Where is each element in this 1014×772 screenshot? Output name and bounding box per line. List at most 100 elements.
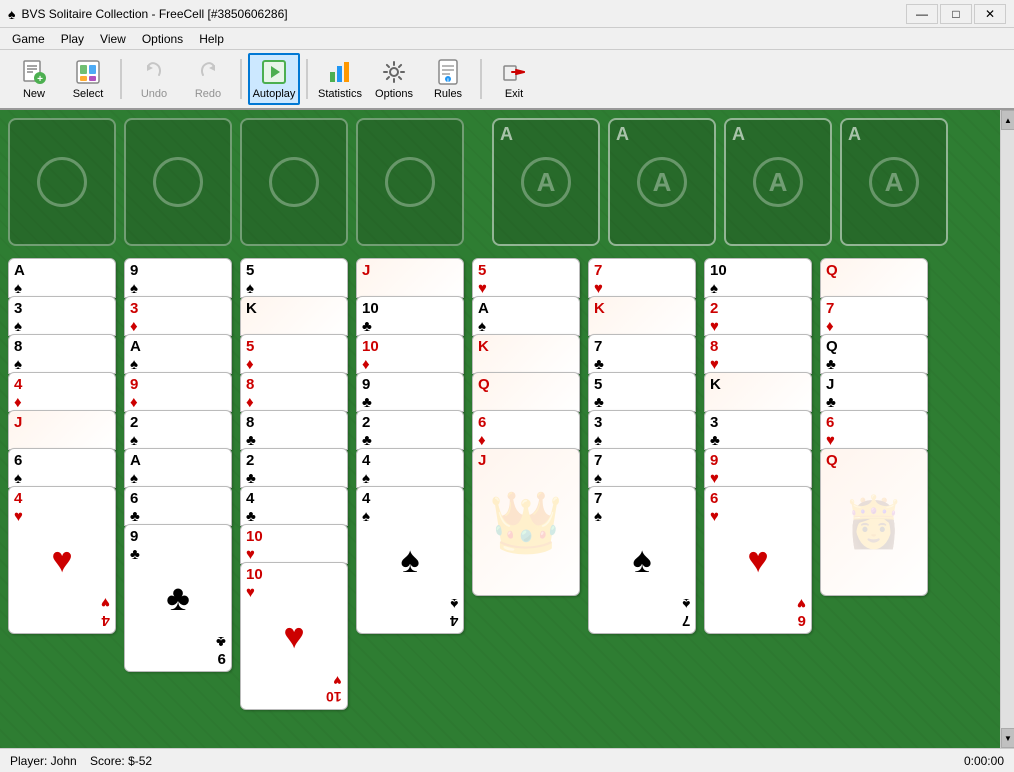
card-5-spades-col3[interactable]: 5♠ — [240, 258, 348, 298]
card-q-face2-col8[interactable]: Q 👸 — [820, 448, 928, 596]
freecell-3[interactable] — [240, 118, 348, 246]
card-j-clubs-col8[interactable]: J♣ — [820, 372, 928, 412]
card-4-clubs-col3[interactable]: 4♣ — [240, 486, 348, 526]
new-button[interactable]: + New — [8, 53, 60, 105]
card-a-spades-col5[interactable]: A♠ — [472, 296, 580, 336]
card-k-face-col3[interactable]: K — [240, 296, 348, 336]
statistics-icon — [326, 58, 354, 86]
card-4-spades-col4[interactable]: 4♠ — [356, 448, 464, 488]
card-6-diamonds-col5[interactable]: 6♦ — [472, 410, 580, 450]
column-1: A♠ 3♠ 8♠ 4♦ J 6♠ 4♥ 4♥ ♥ — [8, 258, 116, 738]
card-4-hearts-col1[interactable]: 4♥ 4♥ ♥ — [8, 486, 116, 634]
options-button[interactable]: Options — [368, 53, 420, 105]
card-7-hearts-col6[interactable]: 7♥ — [588, 258, 696, 298]
card-3-clubs-col7[interactable]: 3♣ — [704, 410, 812, 450]
card-6-spades-col1[interactable]: 6♠ — [8, 448, 116, 488]
card-8-diamonds-col3[interactable]: 8♦ — [240, 372, 348, 412]
card-10-spades-col7[interactable]: 10♠ — [704, 258, 812, 298]
card-9-spades-col2[interactable]: 9♠ — [124, 258, 232, 298]
card-5-diamonds-col3[interactable]: 5♦ — [240, 334, 348, 374]
card-4-diamonds-col1[interactable]: 4♦ — [8, 372, 116, 412]
card-9-clubs-col4[interactable]: 9♣ — [356, 372, 464, 412]
card-a-spades-col1[interactable]: A♠ — [8, 258, 116, 298]
menu-options[interactable]: Options — [134, 30, 191, 48]
card-10-clubs-col4[interactable]: 10♣ — [356, 296, 464, 336]
card-8-clubs-col3[interactable]: 8♣ — [240, 410, 348, 450]
card-3-diamonds-col2[interactable]: 3♦ — [124, 296, 232, 336]
foundation-3[interactable]: A A — [724, 118, 832, 246]
titlebar-left: ♠ BVS Solitaire Collection - FreeCell [#… — [8, 6, 288, 22]
card-q-face-col5[interactable]: Q — [472, 372, 580, 412]
card-2-spades-col2[interactable]: 2♠ — [124, 410, 232, 450]
card-3-spades-col1[interactable]: 3♠ — [8, 296, 116, 336]
maximize-button[interactable]: □ — [940, 4, 972, 24]
menu-help[interactable]: Help — [191, 30, 232, 48]
undo-button[interactable]: Undo — [128, 53, 180, 105]
close-button[interactable]: ✕ — [974, 4, 1006, 24]
card-3-spades-col6[interactable]: 3♠ — [588, 410, 696, 450]
new-icon: + — [20, 58, 48, 86]
card-9-clubs-col2[interactable]: 9♣ 9♣ ♣ — [124, 524, 232, 672]
card-k-face-col6[interactable]: K — [588, 296, 696, 336]
column-8: Q 7♦ Q♣ J♣ 6♥ Q 👸 — [820, 258, 928, 748]
card-8-spades-col1[interactable]: 8♠ — [8, 334, 116, 374]
minimize-button[interactable]: — — [906, 4, 938, 24]
autoplay-label: Autoplay — [253, 88, 296, 100]
card-5-hearts-col5[interactable]: 5♥ — [472, 258, 580, 298]
card-7-spades-col6[interactable]: 7♠ — [588, 448, 696, 488]
card-2-clubs-col3[interactable]: 2♣ — [240, 448, 348, 488]
card-6-hearts-col8[interactable]: 6♥ — [820, 410, 928, 450]
card-2-clubs-col4[interactable]: 2♣ — [356, 410, 464, 450]
foundation-4[interactable]: A A — [840, 118, 948, 246]
card-10-hearts2-col3[interactable]: 10♥ 10♥ ♥ — [240, 562, 348, 710]
foundation-1[interactable]: A A — [492, 118, 600, 246]
card-10-diamonds-col4[interactable]: 10♦ — [356, 334, 464, 374]
foundation-2[interactable]: A A — [608, 118, 716, 246]
card-6-hearts-col7[interactable]: 6♥ 6♥ ♥ — [704, 486, 812, 634]
scrollbar[interactable]: ▲ ▼ — [1000, 110, 1014, 748]
card-j-face-col4[interactable]: J — [356, 258, 464, 298]
redo-label: Redo — [195, 88, 221, 100]
card-4-spades2-col4[interactable]: 4♠ 4♠ ♠ — [356, 486, 464, 634]
card-7-spades2-col6[interactable]: 7♠ 7♠ ♠ — [588, 486, 696, 634]
card-a-spades2-col2[interactable]: A♠ — [124, 448, 232, 488]
menu-play[interactable]: Play — [53, 30, 92, 48]
card-8-hearts-col7[interactable]: 8♥ — [704, 334, 812, 374]
toolbar-separator-1 — [120, 59, 122, 99]
card-j-face2-col5[interactable]: J 👑 — [472, 448, 580, 596]
redo-button[interactable]: Redo — [182, 53, 234, 105]
app-icon: ♠ — [8, 6, 15, 22]
freecell-2[interactable] — [124, 118, 232, 246]
foundation-3-placeholder: A — [753, 157, 803, 207]
card-k-face-col7[interactable]: K — [704, 372, 812, 412]
select-icon — [74, 58, 102, 86]
exit-button[interactable]: Exit — [488, 53, 540, 105]
card-9-hearts-col7[interactable]: 9♥ — [704, 448, 812, 488]
freecell-1[interactable] — [8, 118, 116, 246]
column-7: 10♠ 2♥ 8♥ K 3♣ 9♥ 6♥ 6♥ ♥ — [704, 258, 812, 748]
card-10-hearts-col3[interactable]: 10♥ — [240, 524, 348, 564]
freecell-4[interactable] — [356, 118, 464, 246]
menu-view[interactable]: View — [92, 30, 134, 48]
card-6-clubs-col2[interactable]: 6♣ — [124, 486, 232, 526]
card-7-diamonds-col8[interactable]: 7♦ — [820, 296, 928, 336]
statistics-button[interactable]: Statistics — [314, 53, 366, 105]
card-5-clubs-col6[interactable]: 5♣ — [588, 372, 696, 412]
card-7-clubs-col6[interactable]: 7♣ — [588, 334, 696, 374]
rules-button[interactable]: i Rules — [422, 53, 474, 105]
autoplay-button[interactable]: Autoplay — [248, 53, 300, 105]
card-q-clubs-col8[interactable]: Q♣ — [820, 334, 928, 374]
select-button[interactable]: Select — [62, 53, 114, 105]
column-4: J 10♣ 10♦ 9♣ 2♣ 4♠ 4♠ 4♠ ♠ — [356, 258, 464, 748]
card-j-face-col1[interactable]: J — [8, 410, 116, 450]
card-a-spades-col2[interactable]: A♠ — [124, 334, 232, 374]
toolbar-separator-3 — [306, 59, 308, 99]
svg-text:+: + — [37, 74, 43, 85]
titlebar: ♠ BVS Solitaire Collection - FreeCell [#… — [0, 0, 1014, 28]
foundation-2-placeholder: A — [637, 157, 687, 207]
card-k-face-col5[interactable]: K — [472, 334, 580, 374]
card-q-face-col8[interactable]: Q — [820, 258, 928, 298]
card-9-diamonds-col2[interactable]: 9♦ — [124, 372, 232, 412]
card-2-hearts-col7[interactable]: 2♥ — [704, 296, 812, 336]
menu-game[interactable]: Game — [4, 30, 53, 48]
